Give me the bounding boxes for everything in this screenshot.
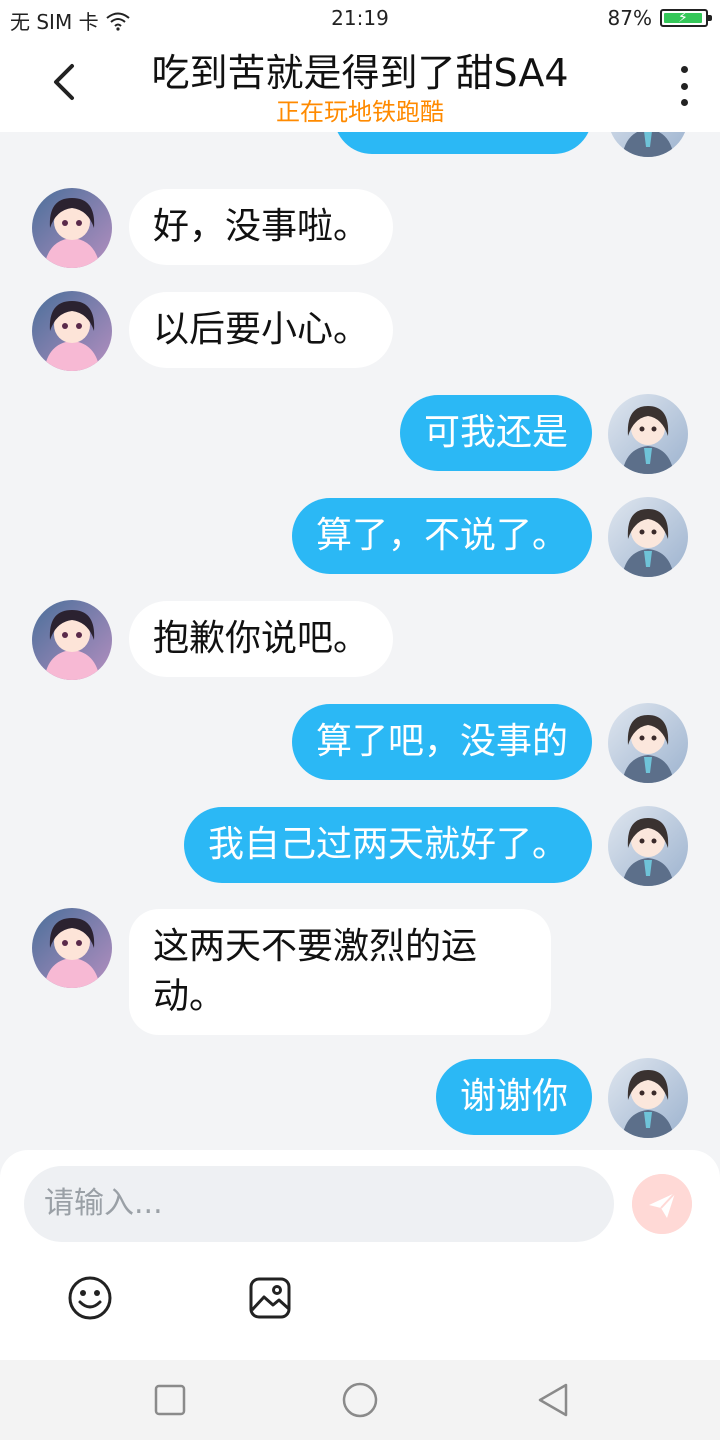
chat-header: 吃到苦就是得到了甜SA4 正在玩地铁跑酷	[0, 36, 720, 132]
message-bubble[interactable]: 好，没事啦。	[129, 189, 394, 265]
recents-icon[interactable]	[150, 1380, 190, 1420]
message-bubble[interactable]: 抱歉你说吧。	[129, 601, 394, 677]
message-bubble[interactable]: 以后要小心。	[129, 292, 394, 368]
message-bubble[interactable]: 我没事的。	[334, 132, 592, 154]
composer: 请输入...	[0, 1150, 720, 1360]
message-list[interactable]: 我没事的。 好，没事啦。 以后要小心。 可我还是 算了，不说了。 抱歉你说吧。 …	[0, 132, 720, 1150]
chat-subtitle: 正在玩地铁跑酷	[276, 98, 444, 126]
my-avatar[interactable]	[608, 394, 688, 474]
message-bubble[interactable]: 算了，不说了。	[291, 498, 592, 574]
image-icon[interactable]	[246, 1274, 294, 1322]
message-bubble[interactable]: 谢谢你	[435, 1059, 592, 1135]
my-avatar[interactable]	[608, 806, 688, 886]
status-bar: 无 SIM 卡 21:19 87% ⚡	[0, 0, 720, 36]
chat-title: 吃到苦就是得到了甜SA4	[151, 51, 569, 95]
my-avatar[interactable]	[608, 703, 688, 783]
my-avatar[interactable]	[608, 497, 688, 577]
message-bubble[interactable]: 这两天不要激烈的运动。	[129, 909, 551, 1035]
contact-avatar[interactable]	[32, 188, 112, 268]
system-nav-bar	[0, 1360, 720, 1440]
battery-charging-icon: ⚡	[660, 9, 712, 27]
home-icon[interactable]	[340, 1380, 380, 1420]
send-icon[interactable]	[632, 1174, 692, 1234]
my-avatar[interactable]	[608, 1058, 688, 1138]
emoji-icon[interactable]	[66, 1274, 114, 1322]
contact-avatar[interactable]	[32, 291, 112, 371]
message-input[interactable]: 请输入...	[24, 1166, 614, 1242]
battery-percent: 87%	[607, 6, 652, 30]
my-avatar[interactable]	[608, 132, 688, 157]
message-bubble[interactable]: 算了吧，没事的	[291, 704, 592, 780]
message-bubble[interactable]: 我自己过两天就好了。	[183, 807, 592, 883]
more-icon[interactable]	[676, 66, 692, 106]
contact-avatar[interactable]	[32, 600, 112, 680]
message-bubble[interactable]: 可我还是	[399, 395, 592, 471]
back-nav-icon[interactable]	[532, 1380, 572, 1420]
contact-avatar[interactable]	[32, 908, 112, 988]
